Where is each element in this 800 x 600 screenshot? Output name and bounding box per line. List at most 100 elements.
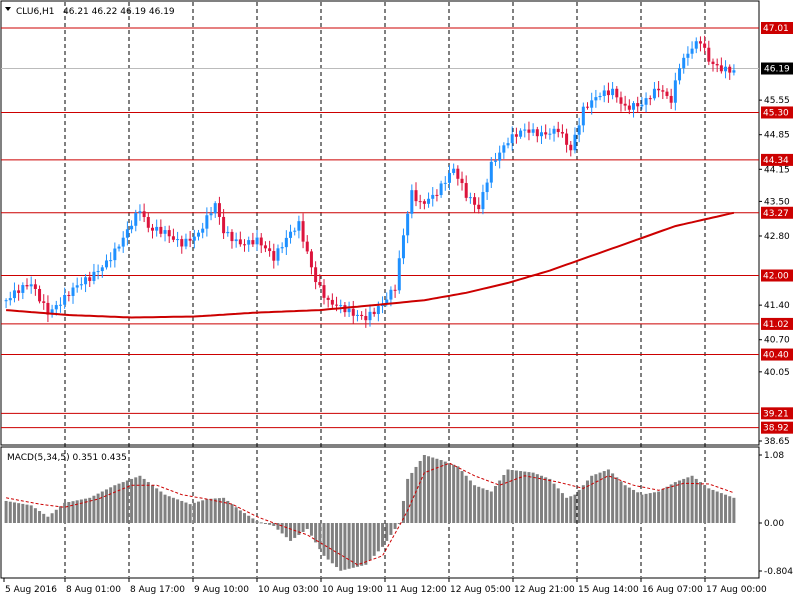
candle-body [632,103,636,110]
candle-body [184,238,188,247]
candle-body [230,231,234,242]
macd-bar [385,523,389,541]
macd-bar [330,523,334,564]
macd-bar [284,523,288,538]
macd-bar [393,523,397,529]
macd-bar [648,493,652,523]
candle-body [627,105,631,110]
macd-bar [222,497,226,523]
macd-bar [159,491,163,523]
candle-body [703,43,707,48]
candle-body [456,168,460,179]
candle-body [686,53,690,58]
macd-bar [682,478,686,523]
candle-body [493,160,497,162]
candle-body [452,168,456,173]
macd-bar [732,497,736,523]
candle-body [711,61,715,65]
candle-body [694,41,698,49]
macd-bar [673,482,677,523]
candle-body [682,57,686,69]
candle-body [611,88,615,96]
x-tick-label: 11 Aug 12:00 [386,585,447,595]
macd-bar [322,523,326,556]
candle-body [728,66,732,73]
candle-body [138,211,142,213]
macd-bar [573,494,577,523]
x-tick-label: 10 Aug 19:00 [322,585,383,595]
candle-body [33,284,37,289]
macd-bar [560,493,564,523]
candle-body [657,88,661,91]
macd-bar [460,471,464,523]
candle-body [347,308,351,313]
candle-body [393,289,397,291]
macd-bar [71,501,75,523]
candle-body [355,314,359,316]
level-label-1: 45.30 [763,108,789,118]
macd-bar [17,503,21,523]
macd-bar [678,480,682,523]
candle-body [63,294,67,305]
macd-bar [427,456,431,523]
candle-body [673,80,677,103]
x-tick-label: 5 Aug 2016 [5,585,57,595]
macd-bar [657,491,661,523]
macd-bar [360,523,364,566]
candle-body [502,145,506,153]
candle-body [29,284,33,287]
x-tick-label: 15 Aug 14:00 [578,585,639,595]
macd-bar [719,493,723,523]
macd-bar [439,460,443,523]
candle-body [556,128,560,133]
macd-bar [422,455,426,523]
candle-body [67,294,71,296]
macd-bar [581,485,585,523]
macd-bar [548,478,552,523]
candle-body [25,285,29,287]
x-tick-label: 8 Aug 17:00 [130,585,185,595]
candle-body [447,172,451,183]
macd-bar [192,502,196,523]
candle-body [75,285,79,288]
candle-body [268,248,272,252]
macd-bar [519,471,523,523]
macd-bar [109,487,113,523]
candle-body [473,197,477,205]
candle-body [644,98,648,105]
macd-bar [351,523,355,568]
candle-body [406,213,410,236]
candle-body [715,64,719,66]
candle-body [167,230,171,237]
macd-bar [376,523,380,552]
x-tick-label: 17 Aug 00:00 [706,585,767,595]
y-tick-label: 43.50 [764,197,790,207]
candle-body [590,100,594,108]
x-tick-label: 8 Aug 01:00 [66,585,121,595]
macd-bar [21,503,25,523]
candle-body [84,277,88,285]
candle-body [17,290,21,293]
level-label-6: 40.40 [763,351,789,361]
candle-body [698,41,702,44]
macd-bar [669,484,673,523]
candle-body [527,129,531,133]
macd-bar [569,496,573,523]
macd-bar [343,523,347,570]
candle-body [201,228,205,233]
candle-body [309,251,313,268]
candle-body [71,287,75,296]
level-label-0: 47.01 [763,24,789,34]
macd-bar [418,460,422,523]
candle-body [539,132,543,137]
candle-body [335,304,339,306]
candle-body [368,311,372,321]
candle-body [259,237,263,246]
macd-bar [690,475,694,523]
candle-body [573,134,577,151]
candle-body [544,132,548,135]
macd-bar [502,474,506,523]
macd-bar [477,486,481,523]
y-tick-label: 40.70 [764,336,790,346]
macd-bar [606,469,610,523]
